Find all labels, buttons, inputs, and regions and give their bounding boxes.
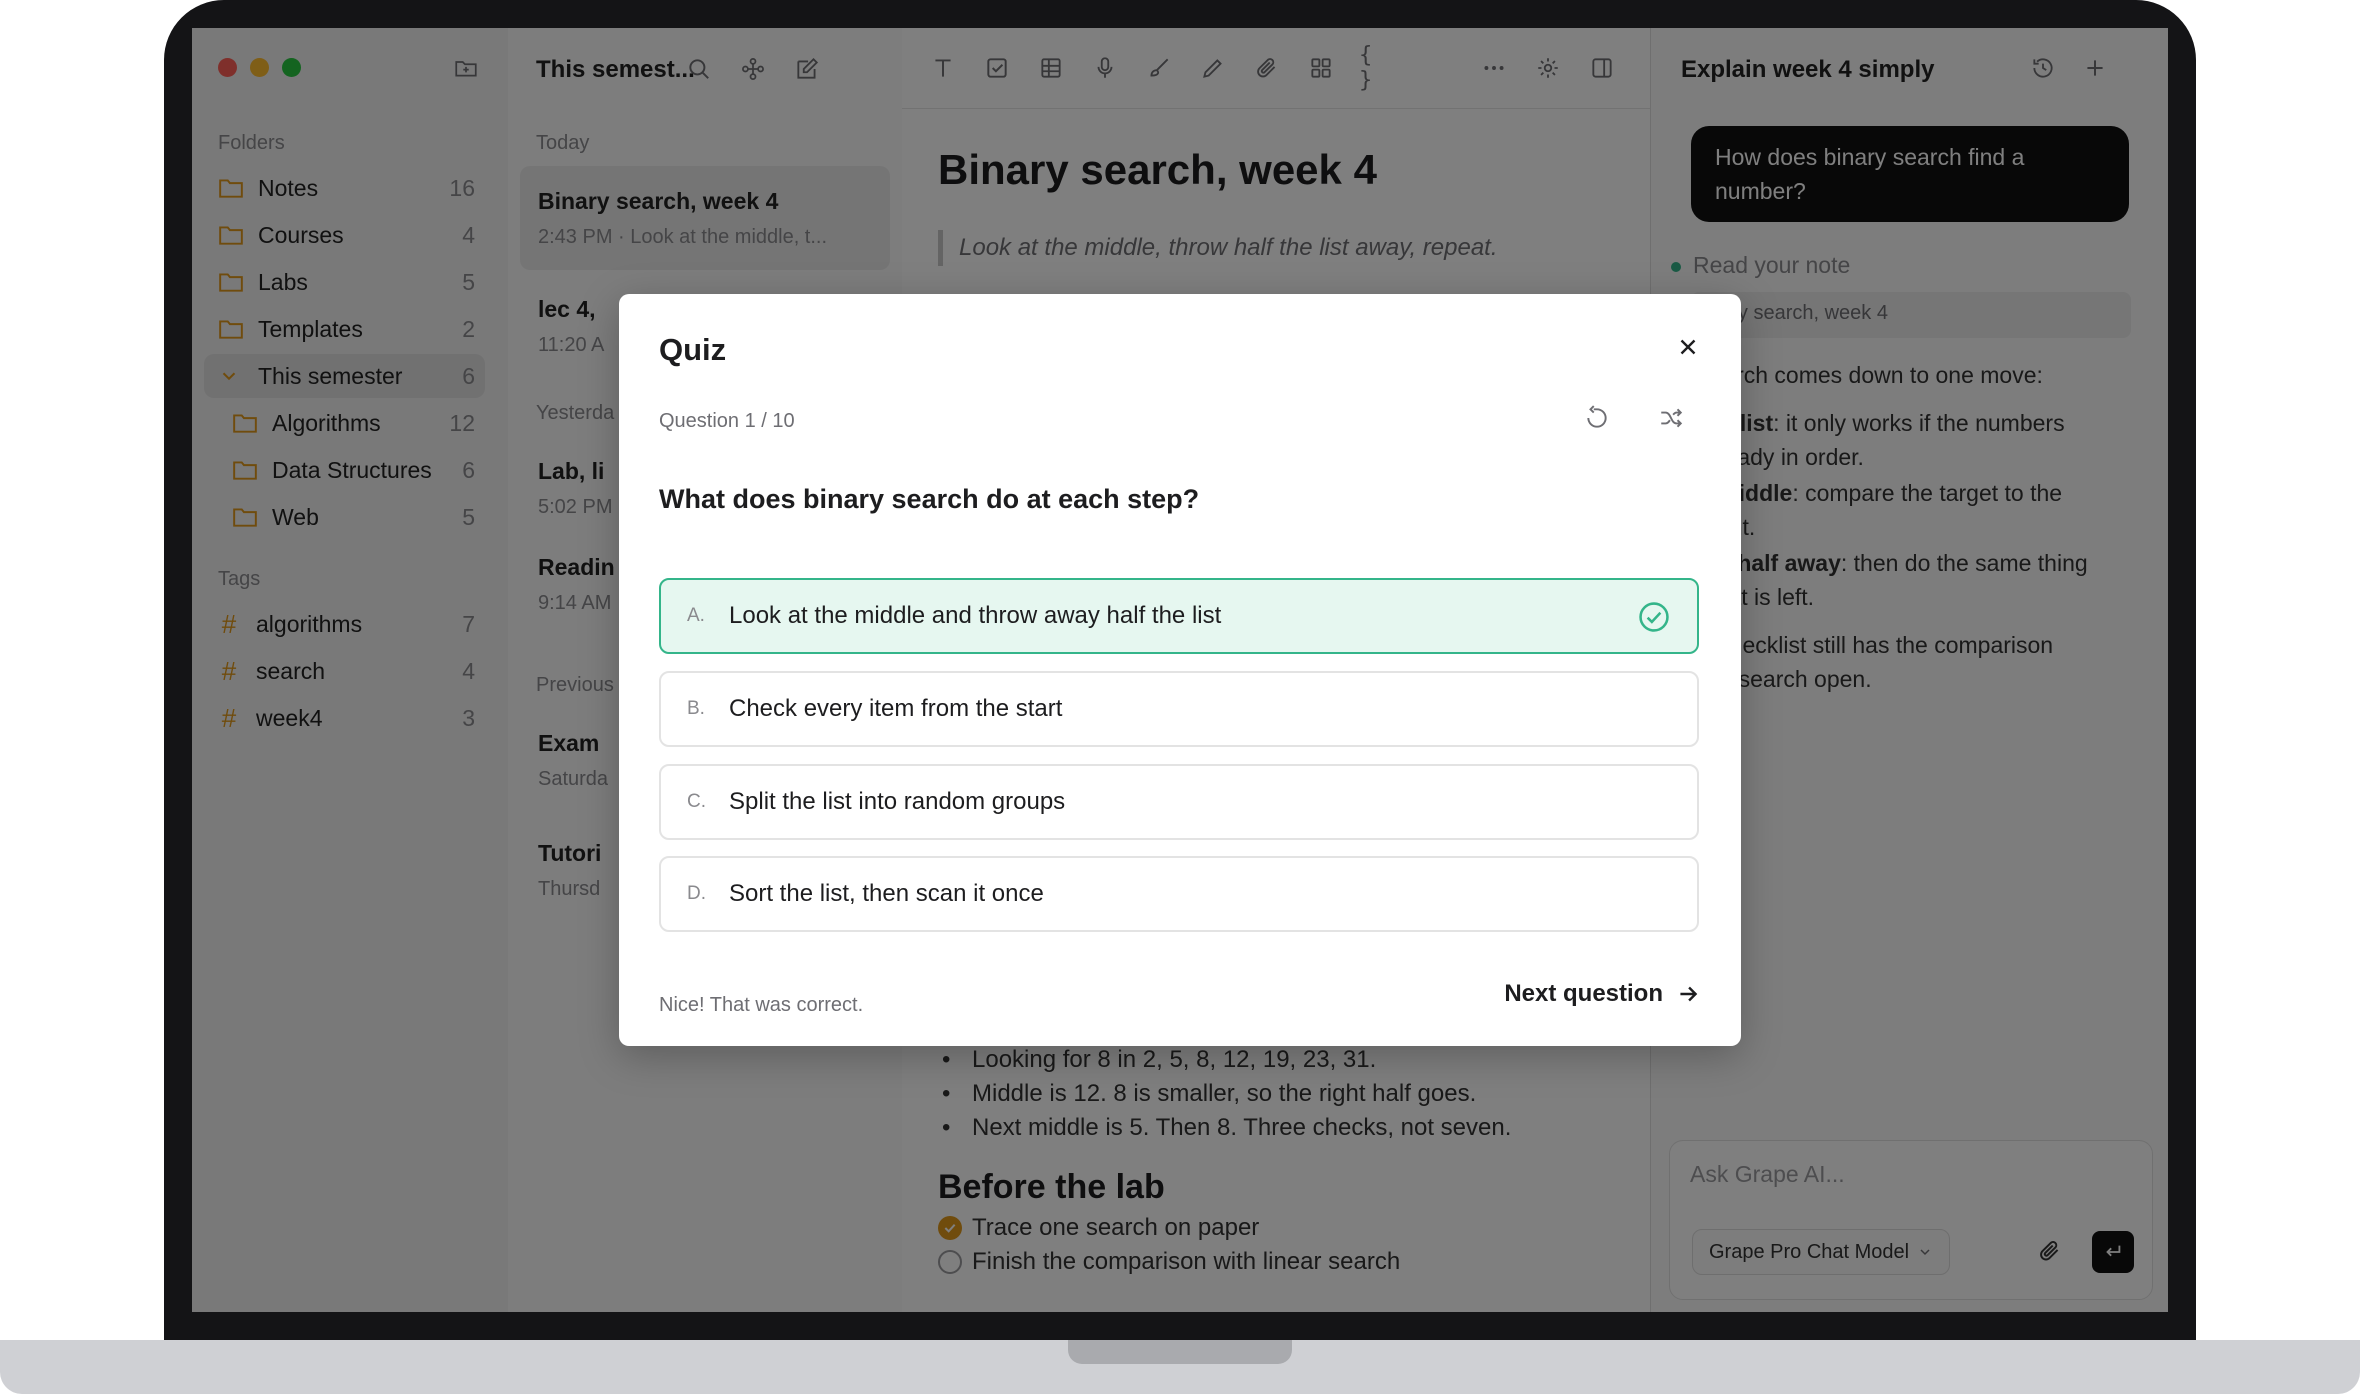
option-text: Look at the middle and throw away half t…	[729, 602, 1222, 629]
option-text: Check every item from the start	[729, 695, 1063, 722]
answer-option-b[interactable]: B. Check every item from the start	[659, 671, 1699, 747]
option-letter: B.	[687, 698, 705, 719]
quiz-title: Quiz	[659, 332, 727, 367]
option-letter: A.	[687, 605, 705, 626]
answer-option-d[interactable]: D. Sort the list, then scan it once	[659, 856, 1699, 932]
option-letter: C.	[687, 791, 706, 812]
close-icon[interactable]	[1671, 330, 1705, 364]
answer-option-c[interactable]: C. Split the list into random groups	[659, 764, 1699, 840]
arrow-right-icon	[1680, 986, 1698, 1002]
next-question-button[interactable]: Next question	[1504, 980, 1701, 1008]
question-text: What does binary search do at each step?	[659, 484, 1200, 514]
option-text: Split the list into random groups	[729, 788, 1066, 815]
laptop-notch	[1068, 1340, 1292, 1364]
check-circle-icon	[1639, 602, 1669, 632]
option-letter: D.	[687, 883, 706, 904]
option-text: Sort the list, then scan it once	[729, 880, 1044, 907]
question-counter: Question 1 / 10	[659, 410, 795, 432]
feedback-text: Nice! That was correct.	[659, 994, 864, 1016]
answer-option-a[interactable]: A. Look at the middle and throw away hal…	[659, 578, 1699, 654]
app-window: Folders Notes 16 Courses 4 Labs 5 Templa…	[192, 28, 2168, 1312]
next-question-label: Next question	[1504, 980, 1663, 1007]
shuffle-icon[interactable]	[1655, 402, 1687, 434]
restart-icon[interactable]	[1581, 402, 1613, 434]
quiz-modal: Quiz Question 1 / 10 What does binary se…	[619, 294, 1741, 1046]
